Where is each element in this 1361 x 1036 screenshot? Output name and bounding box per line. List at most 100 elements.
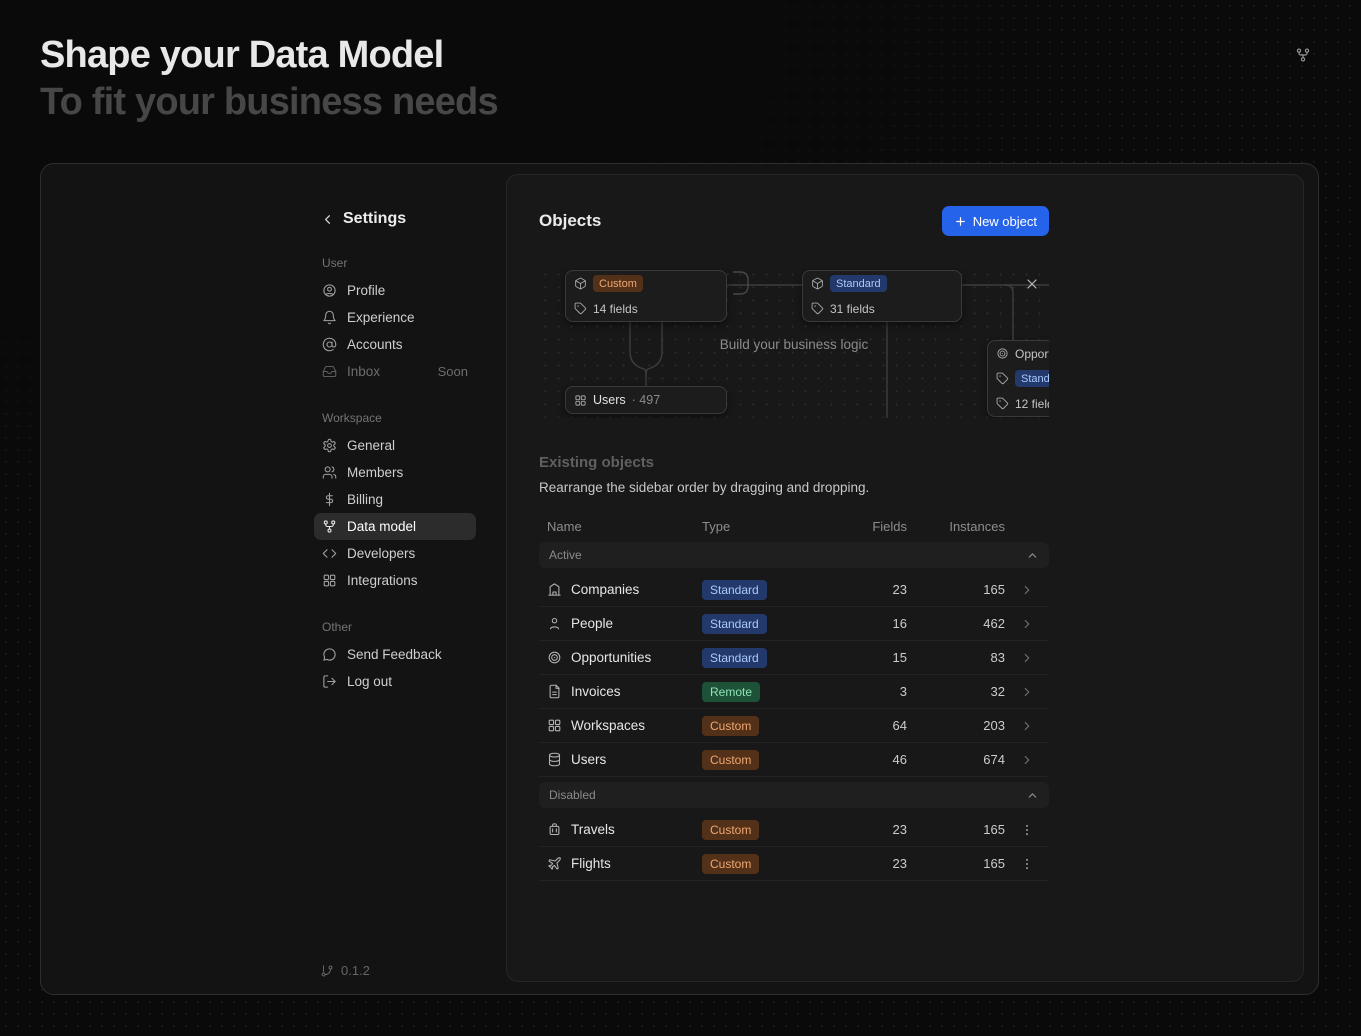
version-number: 0.1.2 xyxy=(341,963,370,978)
canvas-node-custom[interactable]: Custom 14 fields xyxy=(565,270,727,322)
table-row-people[interactable]: People Standard 16 462 xyxy=(539,607,1049,641)
canvas-node-standard[interactable]: Standard 31 fields xyxy=(802,270,962,322)
type-badge: Remote xyxy=(702,682,760,702)
sidebar-item-log-out[interactable]: Log out xyxy=(314,668,476,695)
sidebar-item-integrations[interactable]: Integrations xyxy=(314,567,476,594)
hero-heading: Shape your Data Model To fit your busine… xyxy=(40,32,498,126)
target-icon xyxy=(547,650,562,665)
group-label: Active xyxy=(549,548,582,562)
chevron-right-icon[interactable] xyxy=(1020,719,1034,733)
section-label: User xyxy=(314,256,476,270)
sidebar-item-experience[interactable]: Experience xyxy=(314,304,476,331)
canvas-node-opportunities[interactable]: Opportunities Standard 12 fields xyxy=(987,340,1049,417)
blocks-icon xyxy=(547,718,562,733)
sidebar-item-data-model[interactable]: Data model xyxy=(314,513,476,540)
table-row-invoices[interactable]: Invoices Remote 3 32 xyxy=(539,675,1049,709)
sidebar-section-user: User Profile Experience Accounts Inbox S… xyxy=(314,256,476,385)
sidebar-item-general[interactable]: General xyxy=(314,432,476,459)
file-icon xyxy=(547,684,562,699)
table-row-opportunities[interactable]: Opportunities Standard 15 83 xyxy=(539,641,1049,675)
record-count: · 497 xyxy=(632,393,661,407)
kebab-menu-icon[interactable] xyxy=(1020,857,1034,871)
sidebar-item-label: Developers xyxy=(347,546,415,561)
profile-icon xyxy=(322,283,337,298)
table-row-travels[interactable]: Travels Custom 23 165 xyxy=(539,813,1049,847)
table-row-flights[interactable]: Flights Custom 23 165 xyxy=(539,847,1049,881)
chevron-right-icon[interactable] xyxy=(1020,651,1034,665)
table-row-workspaces[interactable]: Workspaces Custom 64 203 xyxy=(539,709,1049,743)
canvas-node-users[interactable]: Users · 497 xyxy=(565,386,727,414)
sidebar-item-send-feedback[interactable]: Send Feedback xyxy=(314,641,476,668)
type-badge: Custom xyxy=(702,820,759,840)
fields-count: 23 xyxy=(822,582,907,597)
fields-count: 23 xyxy=(822,822,907,837)
sidebar-item-label: Log out xyxy=(347,674,392,689)
object-name: Users xyxy=(593,393,626,407)
dollar-icon xyxy=(322,492,337,507)
sidebar-item-profile[interactable]: Profile xyxy=(314,277,476,304)
sidebar-item-developers[interactable]: Developers xyxy=(314,540,476,567)
column-fields: Fields xyxy=(822,519,907,534)
sidebar-item-accounts[interactable]: Accounts xyxy=(314,331,476,358)
git-branch-icon xyxy=(320,964,334,978)
hero-subtitle: To fit your business needs xyxy=(40,79,498,126)
fields-count: 46 xyxy=(822,752,907,767)
sidebar-item-inbox[interactable]: Inbox Soon xyxy=(314,358,476,385)
sidebar-item-label: Profile xyxy=(347,283,385,298)
data-model-icon xyxy=(322,519,337,534)
chevron-up-icon xyxy=(1026,789,1039,802)
canvas-close-button[interactable] xyxy=(1024,275,1042,293)
instances-count: 462 xyxy=(907,616,1005,631)
group-active[interactable]: Active xyxy=(539,542,1049,568)
settings-title: Settings xyxy=(343,210,406,228)
chevron-right-icon[interactable] xyxy=(1020,583,1034,597)
section-label: Workspace xyxy=(314,411,476,425)
section-label: Other xyxy=(314,620,476,634)
sidebar-section-other: Other Send Feedback Log out xyxy=(314,620,476,695)
instances-count: 674 xyxy=(907,752,1005,767)
table-row-users[interactable]: Users Custom 46 674 xyxy=(539,743,1049,777)
table-row-companies[interactable]: Companies Standard 23 165 xyxy=(539,573,1049,607)
object-name: Users xyxy=(571,752,606,767)
type-badge: Standard xyxy=(702,580,767,600)
instances-count: 165 xyxy=(907,856,1005,871)
object-name: Companies xyxy=(571,582,639,597)
sidebar-item-billing[interactable]: Billing xyxy=(314,486,476,513)
chevron-right-icon[interactable] xyxy=(1020,685,1034,699)
object-name: Opportunities xyxy=(1015,347,1049,361)
blocks-icon xyxy=(574,394,587,407)
group-disabled[interactable]: Disabled xyxy=(539,782,1049,808)
instances-count: 165 xyxy=(907,822,1005,837)
table-header: Name Type Fields Instances xyxy=(539,511,1049,541)
tag-icon xyxy=(996,397,1009,410)
sidebar-item-label: General xyxy=(347,438,395,453)
code-icon xyxy=(322,546,337,561)
new-object-button[interactable]: New object xyxy=(942,206,1049,236)
page-title: Objects xyxy=(539,211,601,231)
settings-back[interactable]: Settings xyxy=(314,208,476,230)
sidebar-item-members[interactable]: Members xyxy=(314,459,476,486)
chevron-right-icon[interactable] xyxy=(1020,617,1034,631)
sidebar-item-label: Members xyxy=(347,465,403,480)
chevron-right-icon[interactable] xyxy=(1020,753,1034,767)
person-icon xyxy=(547,616,562,631)
cube-icon xyxy=(811,277,824,290)
object-name: Workspaces xyxy=(571,718,645,733)
data-model-canvas[interactable]: Custom 14 fields Standard 31 fields Buil… xyxy=(539,268,1049,418)
database-icon xyxy=(547,752,562,767)
chat-bubble-icon xyxy=(322,647,337,662)
instances-count: 32 xyxy=(907,684,1005,699)
tag-icon xyxy=(574,302,587,315)
existing-objects-heading: Existing objects xyxy=(539,454,654,471)
fields-count: 23 xyxy=(822,856,907,871)
type-badge: Custom xyxy=(702,854,759,874)
type-badge: Standard xyxy=(1015,370,1049,387)
instances-count: 83 xyxy=(907,650,1005,665)
kebab-menu-icon[interactable] xyxy=(1020,823,1034,837)
sidebar-item-label: Inbox xyxy=(347,364,380,379)
logout-icon xyxy=(322,674,337,689)
close-icon xyxy=(1024,276,1040,292)
tag-icon xyxy=(811,302,824,315)
users-icon xyxy=(322,465,337,480)
object-name: Opportunities xyxy=(571,650,651,665)
